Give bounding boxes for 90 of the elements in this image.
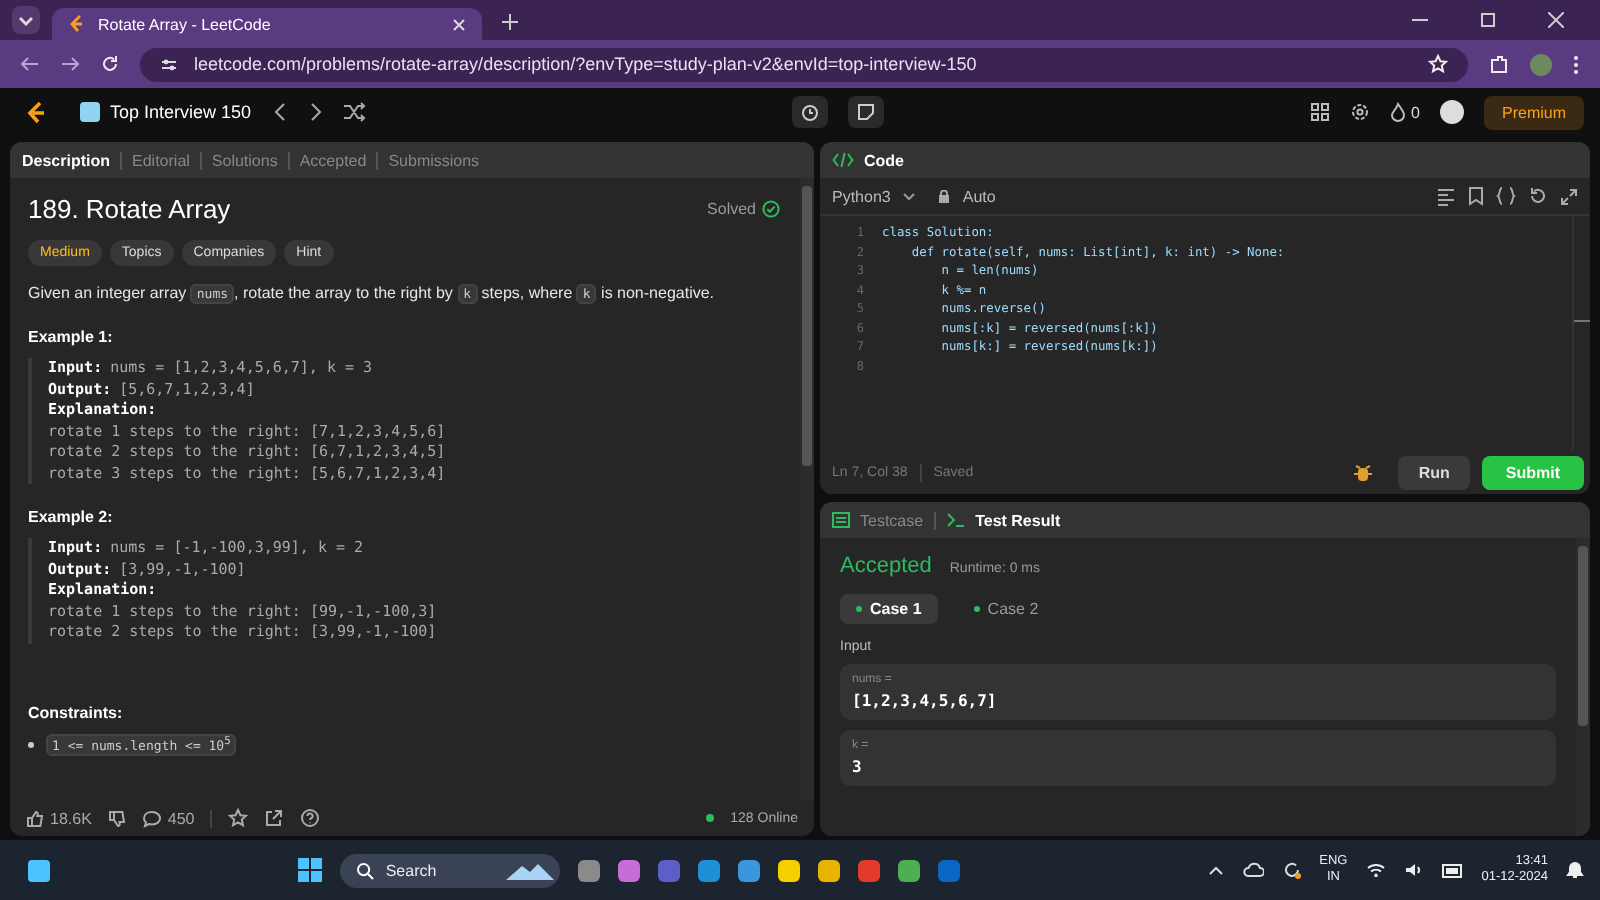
mountain-icon bbox=[505, 861, 554, 879]
premium-button[interactable]: Premium bbox=[1484, 95, 1585, 129]
close-icon[interactable] bbox=[452, 17, 466, 31]
cloud-icon[interactable] bbox=[1241, 862, 1264, 878]
panel-tab[interactable]: Description bbox=[22, 151, 111, 169]
study-plan-icon bbox=[80, 102, 100, 122]
caret-icon[interactable] bbox=[902, 191, 917, 201]
next-icon[interactable] bbox=[307, 102, 324, 122]
sync-icon[interactable] bbox=[1281, 860, 1302, 880]
scrollbar[interactable] bbox=[800, 178, 814, 800]
run-button[interactable]: Run bbox=[1398, 455, 1470, 489]
terminal-icon bbox=[945, 512, 966, 528]
bell-icon[interactable] bbox=[1566, 860, 1584, 880]
scrollbar[interactable] bbox=[1576, 538, 1590, 836]
alarm-clock-icon bbox=[799, 102, 820, 122]
app-icon[interactable] bbox=[577, 859, 600, 881]
timer-button[interactable] bbox=[791, 96, 828, 128]
chevron-up-icon[interactable] bbox=[1207, 864, 1224, 876]
problem-title: 189. Rotate Array bbox=[28, 194, 233, 224]
example-heading: Example 2: bbox=[28, 508, 115, 527]
panel-tab[interactable]: Editorial bbox=[132, 151, 190, 169]
param-value: [1,2,3,4,5,6,7] bbox=[852, 692, 999, 710]
panel-tab[interactable]: Solutions bbox=[211, 151, 278, 169]
maximize-icon[interactable] bbox=[1480, 12, 1496, 28]
new-tab-icon[interactable] bbox=[502, 14, 518, 30]
streak-count[interactable]: 0 bbox=[1411, 103, 1420, 121]
check-circle-icon bbox=[762, 200, 780, 218]
debug-icon[interactable] bbox=[1352, 461, 1375, 483]
tab-list-icon[interactable] bbox=[12, 6, 40, 34]
battery-icon[interactable] bbox=[1441, 863, 1464, 877]
windows-logo-icon[interactable] bbox=[297, 858, 322, 882]
language-dropdown[interactable]: Python3 bbox=[832, 187, 891, 205]
site-settings-icon[interactable] bbox=[160, 55, 178, 73]
back-icon[interactable] bbox=[20, 54, 40, 74]
browser-tab[interactable]: Rotate Array - LeetCode bbox=[52, 8, 482, 40]
star-icon[interactable] bbox=[228, 808, 249, 828]
example-heading: Example 1: bbox=[28, 328, 115, 347]
braces-icon[interactable] bbox=[1496, 186, 1516, 206]
constraints-heading: Constraints: bbox=[28, 703, 125, 722]
format-icon[interactable] bbox=[1436, 187, 1456, 205]
taskbar-search-field[interactable]: Search bbox=[339, 853, 560, 887]
panel-tab[interactable]: Testcase bbox=[860, 511, 924, 529]
bookmark-icon[interactable] bbox=[1468, 186, 1484, 206]
help-icon[interactable] bbox=[300, 808, 321, 828]
app-icon[interactable] bbox=[617, 859, 640, 881]
wifi-icon[interactable] bbox=[1365, 862, 1386, 878]
app-icon[interactable] bbox=[777, 859, 800, 881]
lock-icon bbox=[938, 189, 951, 203]
thumbs-up-icon bbox=[26, 809, 44, 827]
case-tab[interactable]: Case 2 bbox=[957, 594, 1055, 624]
verdict: Accepted bbox=[840, 554, 932, 578]
study-plan-title[interactable]: Top Interview 150 bbox=[110, 102, 252, 122]
code-panel-title: Code bbox=[864, 151, 904, 169]
checklist-icon bbox=[832, 512, 850, 528]
forward-icon[interactable] bbox=[60, 54, 80, 74]
app-icon[interactable] bbox=[897, 859, 920, 881]
panel-tab[interactable]: Test Result bbox=[975, 511, 1061, 529]
layout-icon[interactable] bbox=[1309, 102, 1330, 122]
reset-icon[interactable] bbox=[1528, 186, 1548, 206]
param-value: 3 bbox=[852, 758, 864, 776]
expand-icon[interactable] bbox=[1560, 187, 1578, 205]
user-avatar[interactable] bbox=[1440, 100, 1464, 124]
share-icon[interactable] bbox=[264, 808, 285, 828]
close-icon[interactable] bbox=[1548, 12, 1564, 28]
address-field[interactable]: leetcode.com/problems/rotate-array/description/?envType=study-plan-v2&envId=top-interview-150 bbox=[140, 47, 1468, 81]
previous-icon[interactable] bbox=[271, 102, 288, 122]
autocomplete-mode[interactable]: Auto bbox=[962, 187, 996, 205]
app-icon[interactable] bbox=[817, 859, 840, 881]
solved-status: Solved bbox=[707, 200, 756, 218]
panel-tab[interactable]: Accepted bbox=[299, 151, 367, 169]
online-dot-icon bbox=[706, 814, 715, 822]
panel-tab[interactable]: Submissions bbox=[388, 151, 480, 169]
like-button[interactable]: 18.6K bbox=[26, 809, 92, 827]
app-icon[interactable] bbox=[737, 859, 760, 881]
code-icon bbox=[832, 152, 854, 168]
comments-button[interactable]: 450 bbox=[141, 809, 195, 827]
case-tab[interactable]: Case 1 bbox=[840, 594, 938, 624]
extensions-icon[interactable] bbox=[1488, 53, 1510, 75]
menu-icon[interactable] bbox=[1572, 53, 1580, 75]
app-icon[interactable] bbox=[697, 859, 720, 881]
note-icon bbox=[855, 102, 876, 122]
comment-icon bbox=[141, 809, 162, 827]
search-icon bbox=[355, 861, 374, 879]
speaker-icon[interactable] bbox=[1403, 862, 1424, 878]
notes-button[interactable] bbox=[847, 96, 884, 128]
bookmark-star-icon[interactable] bbox=[1428, 54, 1448, 74]
reload-icon[interactable] bbox=[100, 54, 120, 74]
dislike-icon[interactable] bbox=[107, 809, 126, 827]
shuffle-icon[interactable] bbox=[343, 102, 366, 122]
settings-icon[interactable] bbox=[1349, 102, 1370, 122]
